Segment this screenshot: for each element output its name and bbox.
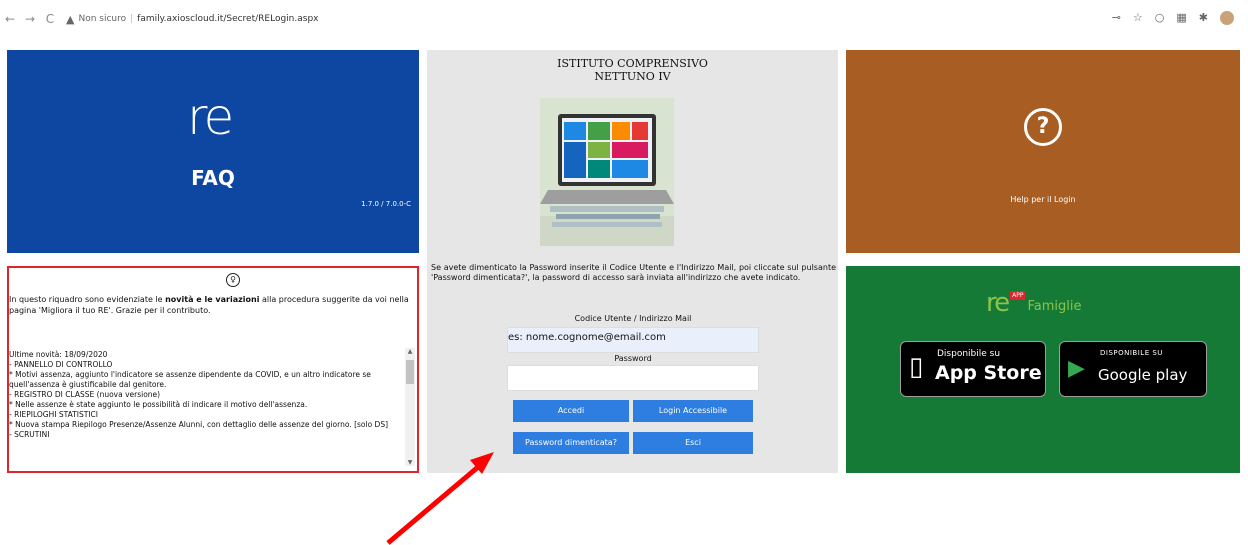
re-app-logo: re APP Famiglie [986,290,1081,316]
url-text[interactable]: family.axioscloud.it/Secret/RELogin.aspx [137,14,318,24]
news-line: - SCRUTINI [9,430,50,439]
news-scrollbar[interactable]: ▲ ▼ [405,348,415,466]
news-line: - RIEPILOGHI STATISTICI [9,410,98,419]
help-tile[interactable]: ? Help per il Login [846,50,1240,253]
extension-circle-icon[interactable]: ○ [1155,11,1165,25]
star-icon[interactable]: ☆ [1133,11,1143,25]
news-intro-bold: novità e le variazioni [165,295,260,304]
login-instructions: Se avete dimenticato la Password inserit… [431,263,836,282]
not-secure-label: Non sicuro [78,14,127,24]
password-label: Password [614,354,652,363]
app-re-text: re [986,288,1010,318]
password-input[interactable] [507,365,759,391]
laptop-illustration [540,98,674,246]
news-panel: ♀ In questo riquadro sono evidenziate le… [7,266,419,473]
news-line: * Nelle assenze è state aggiunto le poss… [9,400,308,409]
app-title: Famiglie [1027,299,1082,314]
puzzle-icon[interactable]: ✱ [1199,11,1208,25]
question-icon: ? [1024,108,1062,146]
google-play-badge[interactable]: ▶ DISPONIBILE SU Google play [1059,341,1207,397]
app-famiglie-tile: re APP Famiglie ▯ Disponibile su App Sto… [846,266,1240,473]
exit-button[interactable]: Esci [633,432,753,454]
browser-extensions: ⊸ ☆ ○ ▦ ✱ [1112,11,1234,25]
scroll-down-icon[interactable]: ▼ [405,459,415,466]
browser-toolbar: ← → C ▲ Non sicuro | family.axioscloud.i… [0,0,1248,38]
profile-avatar[interactable] [1220,11,1234,25]
scroll-thumb[interactable] [406,360,414,384]
faq-tile[interactable]: re FAQ 1.7.0 / 7.0.0-C [7,50,419,253]
appstore-small-text: Disponibile su [937,349,1001,359]
lightbulb-icon: ♀ [226,273,240,287]
news-line: - REGISTRO DI CLASSE (nuova versione) [9,390,161,399]
app-store-badge[interactable]: ▯ Disponibile su App Store [900,341,1046,397]
news-line: - PANNELLO DI CONTROLLO [9,360,113,369]
news-list: Ultime novità: 18/09/2020 - PANNELLO DI … [9,350,405,440]
address-bar[interactable]: ▲ Non sicuro | family.axioscloud.it/Secr… [66,8,1126,30]
school-name: ISTITUTO COMPRENSIVO NETTUNO IV [427,57,838,83]
news-intro-text-1: In questo riquadro sono evidenziate le [9,295,166,304]
reload-button[interactable]: C [40,12,60,26]
forward-button[interactable]: → [20,12,40,26]
school-name-line1: ISTITUTO COMPRENSIVO [557,57,708,70]
login-button[interactable]: Accedi [513,400,629,422]
version-label: 1.7.0 / 7.0.0-C [361,200,411,208]
user-label: Codice Utente / Indirizzo Mail [574,314,692,323]
phone-icon: ▯ [909,352,924,382]
school-name-line2: NETTUNO IV [594,70,671,83]
news-line: * Nuova stampa Riepilogo Presenze/Assenz… [9,420,389,429]
googleplay-big-text: Google play [1098,366,1188,384]
grid-icon[interactable]: ▦ [1176,11,1186,25]
forgot-password-button[interactable]: Password dimenticata? [513,432,629,454]
googleplay-small-text: DISPONIBILE SU [1100,349,1163,357]
play-icon: ▶ [1068,356,1085,381]
accessible-login-button[interactable]: Login Accessibile [633,400,753,422]
help-label: Help per il Login [1010,195,1076,204]
login-panel: ISTITUTO COMPRENSIVO NETTUNO IV Se avete… [427,50,838,473]
scroll-up-icon[interactable]: ▲ [405,348,415,355]
news-line: * Motivi assenza, aggiunto l'indicatore … [9,370,371,389]
url-separator: | [130,14,134,24]
back-button[interactable]: ← [0,12,20,26]
news-intro: In questo riquadro sono evidenziate le n… [9,294,409,316]
appstore-big-text: App Store [935,362,1042,384]
key-icon[interactable]: ⊸ [1112,11,1121,25]
faq-label: FAQ [191,166,235,190]
re-logo: re [187,88,234,146]
news-line: Ultime novità: 18/09/2020 [9,350,108,359]
username-input[interactable]: es: nome.cognome@email.com [507,327,759,353]
warning-icon: ▲ [66,12,75,26]
app-badge: APP [1010,291,1026,300]
